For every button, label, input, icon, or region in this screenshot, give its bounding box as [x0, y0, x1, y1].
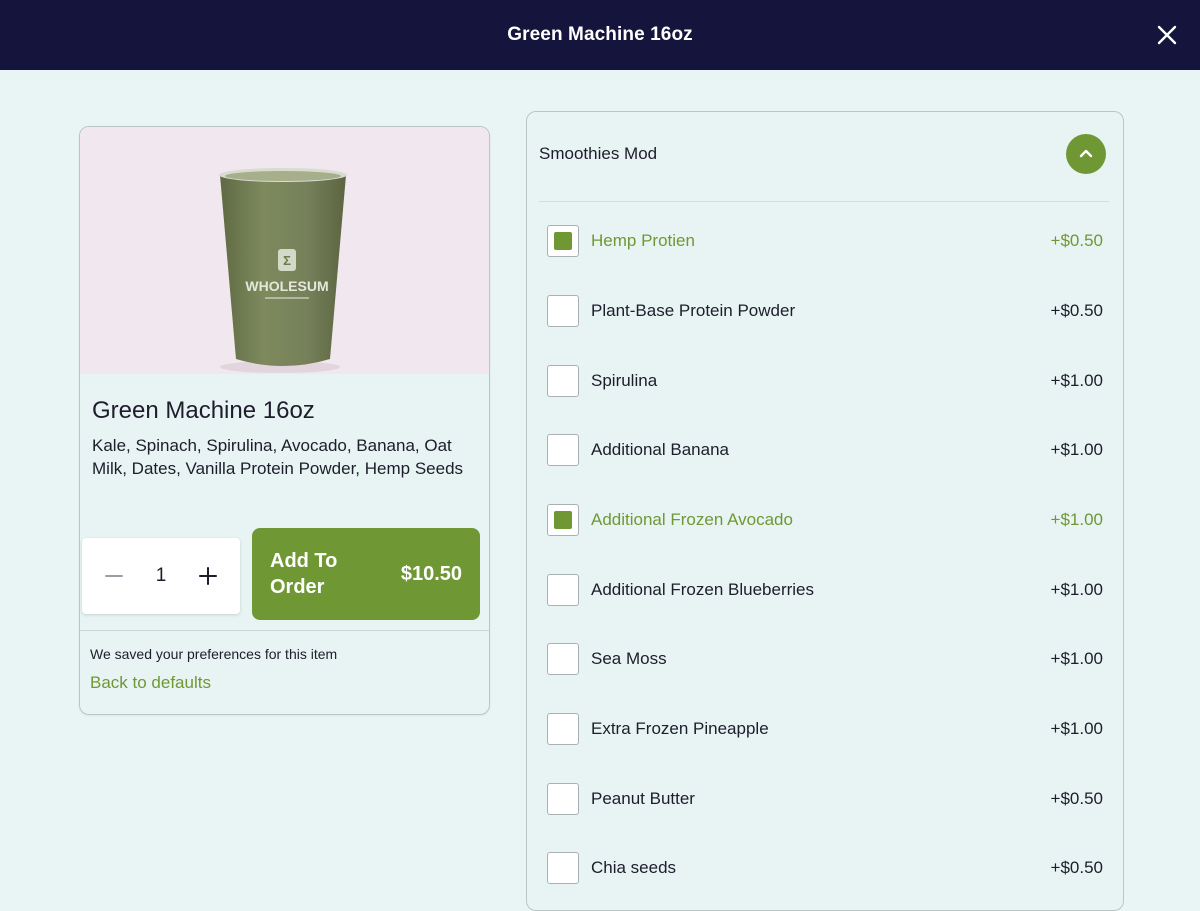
option-label: Sea Moss [591, 649, 667, 668]
modifier-option[interactable]: Spirulina +$1.00 [547, 361, 1103, 401]
quantity-value: 1 [155, 565, 167, 586]
chevron-up-icon [1079, 149, 1093, 158]
add-to-order-price: $10.50 [400, 562, 462, 585]
divider [80, 630, 489, 631]
checkbox[interactable] [547, 783, 579, 815]
checkbox[interactable] [547, 852, 579, 884]
modifier-group-title: Smoothies Mod [539, 144, 658, 163]
option-label: Spirulina [591, 371, 658, 390]
modifier-option[interactable]: Extra Frozen Pineapple +$1.00 [547, 709, 1103, 749]
item-description: Kale, Spinach, Spirulina, Avocado, Banan… [92, 436, 464, 478]
option-price: +$1.00 [1050, 440, 1103, 459]
saved-preferences-text: We saved your preferences for this item [90, 646, 338, 662]
add-to-order-button[interactable]: Add To Order $10.50 [252, 528, 480, 620]
checkbox[interactable] [547, 713, 579, 745]
option-price: +$0.50 [1050, 231, 1103, 250]
checkbox[interactable] [547, 643, 579, 675]
option-price: +$0.50 [1050, 789, 1103, 808]
checkbox[interactable] [547, 434, 579, 466]
close-button[interactable] [1152, 20, 1182, 50]
option-price: +$1.00 [1050, 649, 1103, 668]
checkbox[interactable] [547, 365, 579, 397]
page-title: Green Machine 16oz [507, 24, 693, 45]
option-label: Extra Frozen Pineapple [591, 719, 769, 738]
modifier-panel: Smoothies Mod Hemp Protien +$0.50 Plant-… [526, 111, 1124, 911]
brand-text: WHOLESUM [245, 278, 328, 294]
option-price: +$0.50 [1050, 858, 1103, 877]
close-icon [1157, 25, 1177, 45]
checkbox[interactable] [547, 504, 579, 536]
option-price: +$1.00 [1050, 371, 1103, 390]
modifier-option[interactable]: Plant-Base Protein Powder +$0.50 [547, 291, 1103, 331]
checkbox[interactable] [547, 295, 579, 327]
option-label: Plant-Base Protein Powder [591, 301, 796, 320]
modifier-option[interactable]: Additional Frozen Blueberries +$1.00 [547, 570, 1103, 610]
modifier-option[interactable]: Hemp Protien +$0.50 [547, 221, 1103, 261]
option-price: +$0.50 [1050, 301, 1103, 320]
quantity-stepper: 1 [82, 538, 240, 614]
plus-icon [198, 567, 217, 585]
checkbox-checked-mark [554, 232, 572, 250]
checkbox[interactable] [547, 574, 579, 606]
option-label: Additional Banana [591, 440, 730, 459]
modifier-option[interactable]: Sea Moss +$1.00 [547, 639, 1103, 679]
collapse-button[interactable] [1066, 134, 1106, 174]
header-bar: Green Machine 16oz [0, 0, 1200, 70]
modifier-option[interactable]: Additional Banana +$1.00 [547, 430, 1103, 470]
minus-icon [105, 575, 123, 577]
option-label: Hemp Protien [591, 231, 695, 250]
divider [539, 201, 1109, 202]
option-label: Chia seeds [591, 858, 677, 877]
option-label: Peanut Butter [591, 789, 695, 808]
decrement-button[interactable] [102, 564, 126, 588]
checkbox-checked-mark [554, 511, 572, 529]
back-to-defaults-link[interactable]: Back to defaults [90, 673, 211, 693]
modifier-option[interactable]: Peanut Butter +$0.50 [547, 779, 1103, 819]
option-price: +$1.00 [1050, 580, 1103, 599]
option-label: Additional Frozen Avocado [591, 510, 793, 529]
item-card: Σ WHOLESUM Green Machine 16oz Kale, Spin… [79, 126, 490, 715]
option-price: +$1.00 [1050, 719, 1103, 738]
modifier-option[interactable]: Additional Frozen Avocado +$1.00 [547, 500, 1103, 540]
checkbox[interactable] [547, 225, 579, 257]
modifier-option[interactable]: Chia seeds +$0.50 [547, 848, 1103, 888]
option-price: +$1.00 [1050, 510, 1103, 529]
svg-text:Σ: Σ [283, 253, 291, 268]
item-name: Green Machine 16oz [92, 397, 315, 424]
product-image: Σ WHOLESUM [80, 127, 489, 374]
increment-button[interactable] [196, 564, 220, 588]
option-label: Additional Frozen Blueberries [591, 580, 815, 599]
add-to-order-label: Add To Order [270, 550, 338, 598]
smoothie-cup-image: Σ WHOLESUM [80, 127, 489, 374]
